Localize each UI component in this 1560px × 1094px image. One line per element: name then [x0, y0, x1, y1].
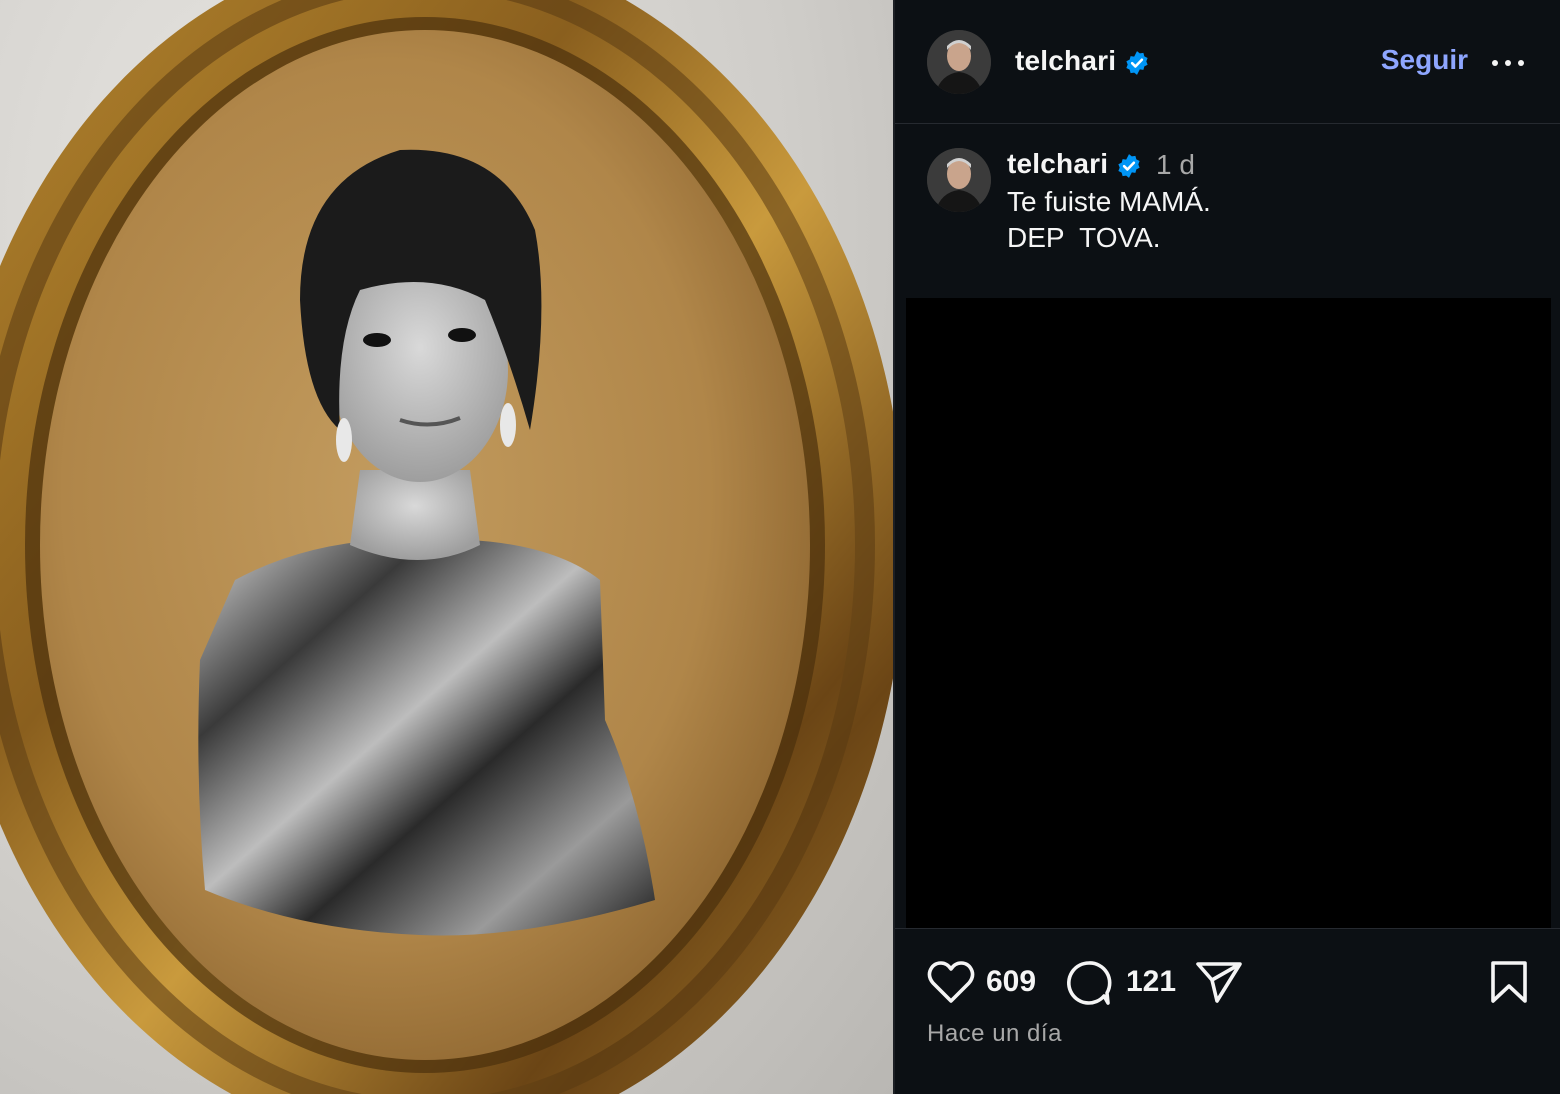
- post-photo[interactable]: [0, 0, 893, 1094]
- avatar-image: [927, 148, 991, 212]
- caption-avatar[interactable]: [927, 148, 991, 212]
- bookmark-icon[interactable]: [1489, 960, 1529, 1004]
- follow-button[interactable]: Seguir: [1381, 44, 1468, 76]
- more-horizontal-icon[interactable]: [1492, 60, 1526, 68]
- caption-time: 1 d: [1156, 149, 1195, 180]
- header-username[interactable]: telchari: [1015, 45, 1116, 77]
- caption-line-1: Te fuiste MAMÁ.: [1007, 186, 1211, 217]
- send-icon[interactable]: [1195, 960, 1243, 1004]
- post-timestamp: Hace un día: [927, 1020, 1062, 1047]
- comment-icon[interactable]: [1066, 960, 1112, 1006]
- caption-line-2: DEP TOVA.: [1007, 222, 1161, 253]
- post-header: telchari Seguir: [895, 0, 1560, 124]
- footer-divider: [895, 928, 1560, 929]
- heart-icon[interactable]: [927, 960, 975, 1004]
- likes-count[interactable]: 609: [986, 965, 1036, 999]
- framed-portrait-image: [0, 0, 893, 1094]
- verified-badge-icon: [1118, 154, 1140, 178]
- verified-badge-icon: [1126, 51, 1148, 75]
- avatar-image: [927, 30, 991, 94]
- caption-username[interactable]: telchari: [1007, 148, 1108, 180]
- avatar[interactable]: [927, 30, 991, 94]
- comments-area: [906, 298, 1551, 928]
- comments-count[interactable]: 121: [1126, 965, 1176, 999]
- post-details-panel: telchari Seguir telchari 1 d Te fuiste M…: [895, 0, 1560, 1094]
